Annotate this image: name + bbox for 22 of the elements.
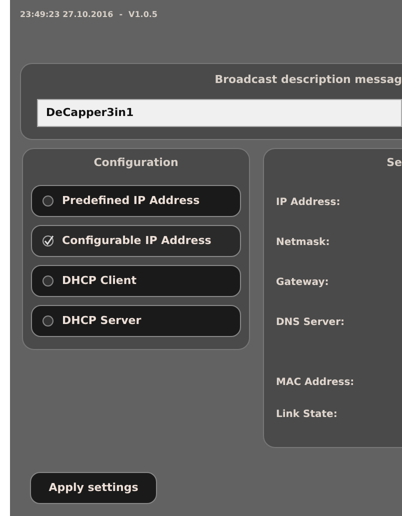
option-button[interactable]: Configurable IP Address: [31, 225, 241, 257]
description-input[interactable]: DeCapper3in1: [37, 98, 402, 126]
panel-title: Se: [386, 154, 402, 170]
version-label: V1.0.5: [128, 9, 158, 21]
field-label: DNS Server:: [276, 316, 346, 330]
radio-icon: [42, 315, 54, 327]
panel-title: Configuration: [92, 154, 180, 170]
field-label: Gateway:: [276, 276, 330, 290]
timestamp: 23:49:23 27.10.2016: [20, 9, 114, 21]
option-button[interactable]: Predefined IP Address: [31, 185, 241, 217]
radio-icon: [42, 195, 54, 207]
option-button[interactable]: DHCP Server: [31, 305, 241, 337]
radio-icon: [42, 275, 54, 287]
field-label: Link State:: [276, 408, 338, 422]
checkmark-icon: [42, 235, 54, 247]
apply-settings-button[interactable]: Apply settings: [30, 472, 157, 504]
separator: -: [119, 9, 123, 21]
option-button[interactable]: DHCP Client: [31, 265, 241, 297]
panel-title: Broadcast description messag: [214, 72, 402, 88]
field-label: MAC Address:: [276, 376, 356, 390]
field-label: IP Address:: [276, 196, 342, 210]
field-label: Netmask:: [276, 236, 331, 250]
